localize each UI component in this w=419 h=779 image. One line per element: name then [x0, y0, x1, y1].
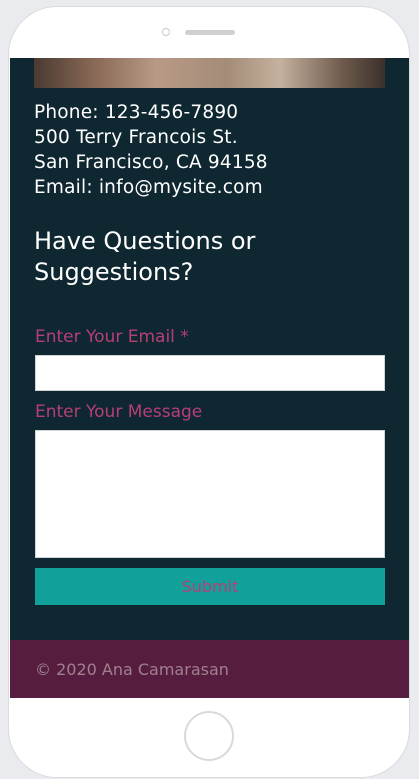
- submit-button[interactable]: Submit: [35, 568, 385, 605]
- form-heading: Have Questions or Suggestions?: [34, 226, 354, 288]
- page-content: Phone: 123-456-7890 500 Terry Francois S…: [10, 58, 409, 698]
- email-field-label: Enter Your Email *: [35, 327, 189, 347]
- email-field[interactable]: [35, 355, 385, 391]
- city-text: San Francisco, CA 94158: [34, 152, 268, 173]
- hero-image: [34, 58, 385, 88]
- street-text: 500 Terry Francois St.: [34, 127, 238, 148]
- contact-info: Phone: 123-456-7890 500 Terry Francois S…: [34, 100, 268, 200]
- home-button[interactable]: [184, 711, 234, 761]
- email-text: Email: info@mysite.com: [34, 177, 263, 198]
- camera-dot: [162, 28, 170, 36]
- speaker-bar: [185, 30, 235, 35]
- phone-text: Phone: 123-456-7890: [34, 102, 239, 123]
- form-heading-line1: Have Questions or: [34, 227, 256, 255]
- message-field[interactable]: [35, 430, 385, 558]
- phone-frame: Phone: 123-456-7890 500 Terry Francois S…: [9, 7, 409, 777]
- footer: © 2020 Ana Camarasan: [10, 640, 409, 698]
- message-field-label: Enter Your Message: [35, 402, 203, 422]
- copyright-text: © 2020 Ana Camarasan: [35, 660, 229, 679]
- form-heading-line2: Suggestions?: [34, 258, 194, 286]
